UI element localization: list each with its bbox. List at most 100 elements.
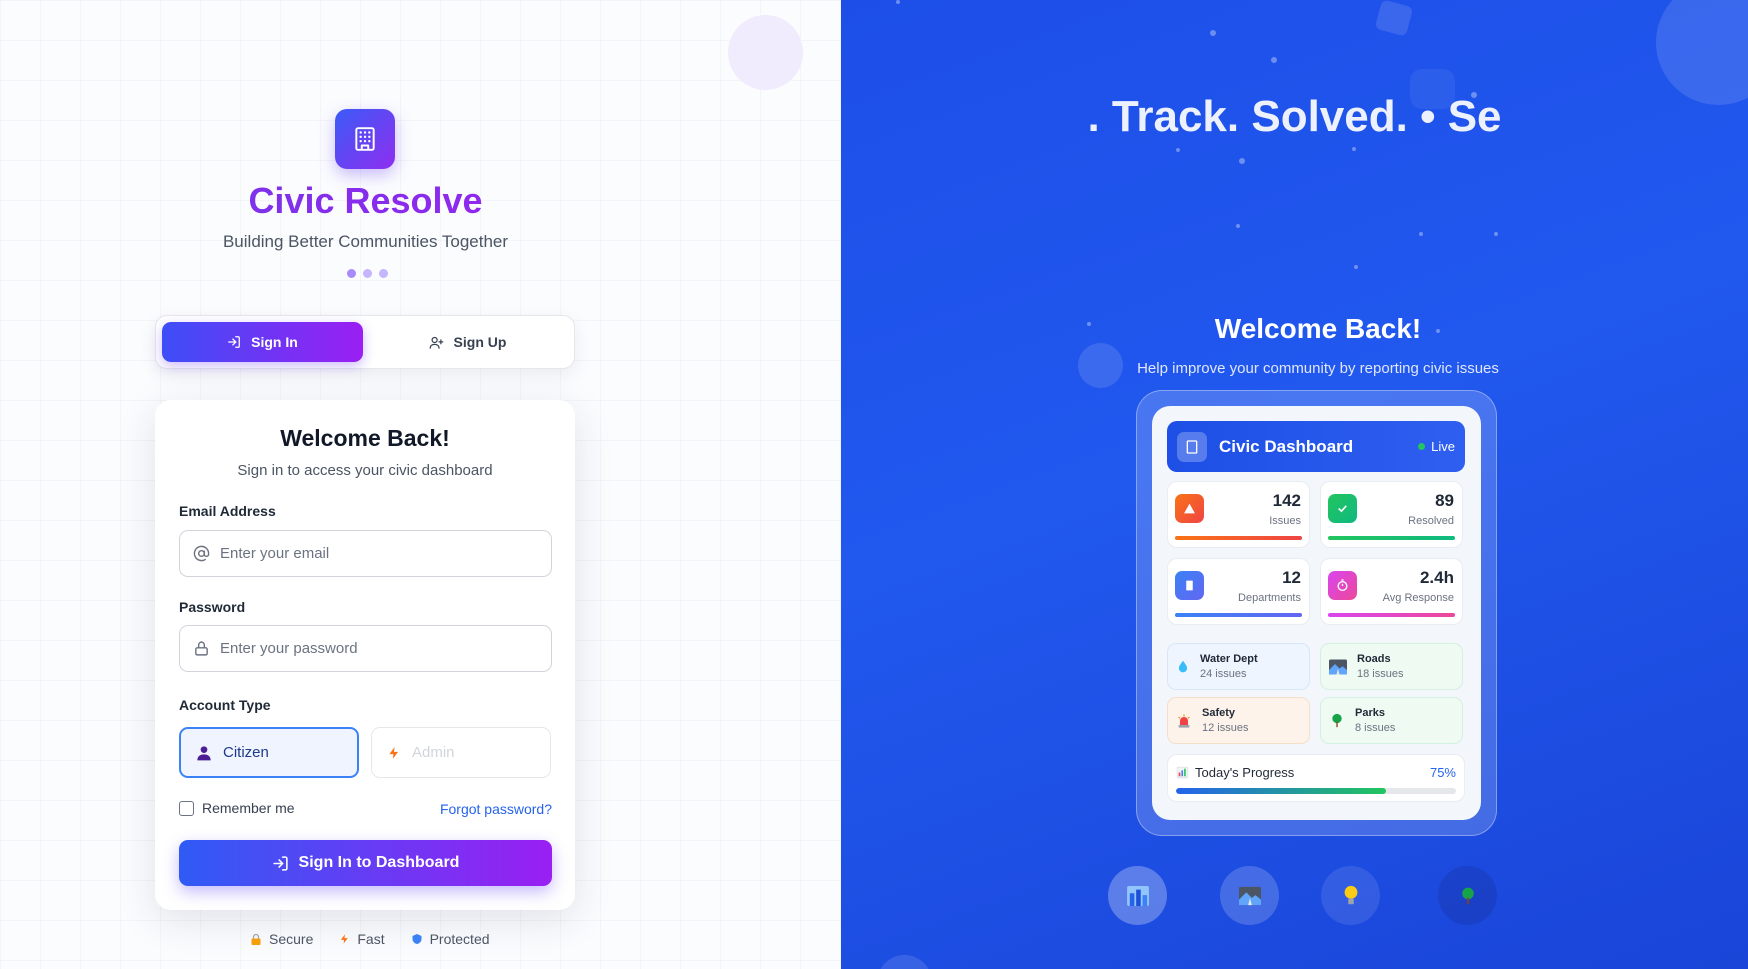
badge-protected-label: Protected [429,931,490,947]
citizen-label: Citizen [223,744,269,761]
tab-sign-in[interactable]: Sign In [162,322,363,362]
account-type-admin[interactable]: Admin [371,727,551,778]
stopwatch-icon [1328,571,1357,600]
stat-label: Resolved [1408,515,1454,527]
tree-icon [1332,713,1342,728]
dashboard-preview: Civic Dashboard Live 142 Issues 89 Resol… [1136,390,1497,836]
dept-card-safety: Safety 12 issues [1167,697,1310,744]
lock-icon [251,933,261,945]
stat-bar [1175,536,1302,540]
stat-value: 2.4h [1419,568,1454,587]
dept-name: Safety [1202,707,1236,719]
password-field-wrapper [179,625,552,672]
lock-icon [195,641,208,656]
progress-label: Today's Progress [1195,765,1295,780]
road-icon[interactable] [1220,866,1279,925]
todays-progress: Today's Progress 75% [1167,754,1465,802]
email-label: Email Address [179,503,276,519]
user-icon [197,745,211,760]
stat-bar [1328,613,1455,617]
stat-value: 89 [1435,491,1454,510]
form-title: Welcome Back! [280,425,450,451]
decorative-circle [1656,0,1748,105]
loading-dots [347,269,388,278]
live-status: Live [1418,439,1455,454]
dept-name: Parks [1355,707,1385,719]
hero-panel: . Track. Solved. • Se Welcome Back! Help… [841,0,1748,969]
lightning-icon [389,746,399,759]
remember-me: Remember me [179,800,295,816]
stat-value: 142 [1272,491,1301,510]
badge-fast: Fast [339,931,385,947]
stat-label: Departments [1238,592,1301,604]
account-type-label: Account Type [179,697,271,713]
badge-fast-label: Fast [357,931,385,947]
password-input[interactable] [220,640,540,657]
auth-panel: Civic Resolve Building Better Communitie… [0,0,841,969]
remember-checkbox[interactable] [179,800,194,816]
stat-value: 12 [1282,568,1301,587]
progress-label-wrap: Today's Progress [1176,765,1294,780]
bar-chart-icon [1176,766,1189,779]
decorative-circle [877,955,932,969]
live-status-label: Live [1431,439,1455,454]
check-icon [1328,494,1357,523]
dept-count: 24 issues [1200,668,1247,680]
droplet-icon [1178,660,1188,673]
trust-badges: Secure Fast Protected [250,931,490,947]
admin-label: Admin [412,744,455,761]
tab-sign-up[interactable]: Sign Up [367,322,568,362]
siren-icon [1178,713,1190,728]
badge-protected: Protected [411,931,490,947]
stat-label: Avg Response [1382,592,1454,604]
remember-label: Remember me [202,800,295,816]
hero-welcome: Welcome Back! [1214,313,1422,344]
progress-value: 75% [1429,765,1456,780]
dashboard-screen: Civic Dashboard Live 142 Issues 89 Resol… [1152,406,1481,820]
forgot-password-link[interactable]: Forgot password? [440,801,552,817]
sign-in-button-label: Sign In to Dashboard [298,854,460,871]
live-dot-icon [1418,443,1426,450]
at-sign-icon [193,545,210,562]
dept-count: 18 issues [1357,668,1404,680]
decorative-square [1374,0,1414,37]
city-icon[interactable] [1108,866,1167,925]
road-icon [1329,659,1347,674]
tab-sign-up-label: Sign Up [453,334,507,350]
tree-icon[interactable] [1438,866,1497,925]
lightbulb-icon[interactable] [1321,866,1380,925]
stat-card-issues: 142 Issues [1167,481,1310,548]
progress-fill [1176,788,1386,794]
progress-track [1176,788,1456,794]
form-subtitle: Sign in to access your civic dashboard [237,462,493,479]
login-icon [272,855,288,871]
stat-card-departments: 12 Departments [1167,558,1310,625]
account-type-citizen[interactable]: Citizen [179,727,359,778]
building-icon [335,109,395,169]
dept-count: 8 issues [1355,722,1396,734]
building-icon [1177,431,1207,462]
hero-subtitle: Help improve your community by reporting… [1137,360,1499,377]
password-label: Password [179,599,246,615]
email-input[interactable] [220,545,540,562]
shield-icon [412,934,422,944]
badge-secure: Secure [250,931,313,947]
dashboard-header: Civic Dashboard Live [1167,421,1465,472]
dept-name: Water Dept [1200,653,1258,665]
app-title: Civic Resolve [0,180,731,222]
stat-card-avg-response: 2.4h Avg Response [1320,558,1463,625]
building-icon [1175,571,1204,600]
dept-card-parks: Parks 8 issues [1320,697,1463,744]
stat-card-resolved: 89 Resolved [1320,481,1463,548]
decorative-blob [728,15,803,90]
dept-card-roads: Roads 18 issues [1320,643,1463,690]
user-plus-icon [429,336,443,349]
stat-label: Issues [1269,515,1301,527]
sign-in-button[interactable]: Sign In to Dashboard [179,840,552,886]
lightning-icon [341,934,349,944]
alert-icon [1175,494,1204,523]
dept-count: 12 issues [1202,722,1249,734]
stat-bar [1175,613,1302,617]
sign-in-card: Welcome Back! Sign in to access your civ… [155,400,575,910]
hero-headline: . Track. Solved. • Se [1087,92,1502,141]
